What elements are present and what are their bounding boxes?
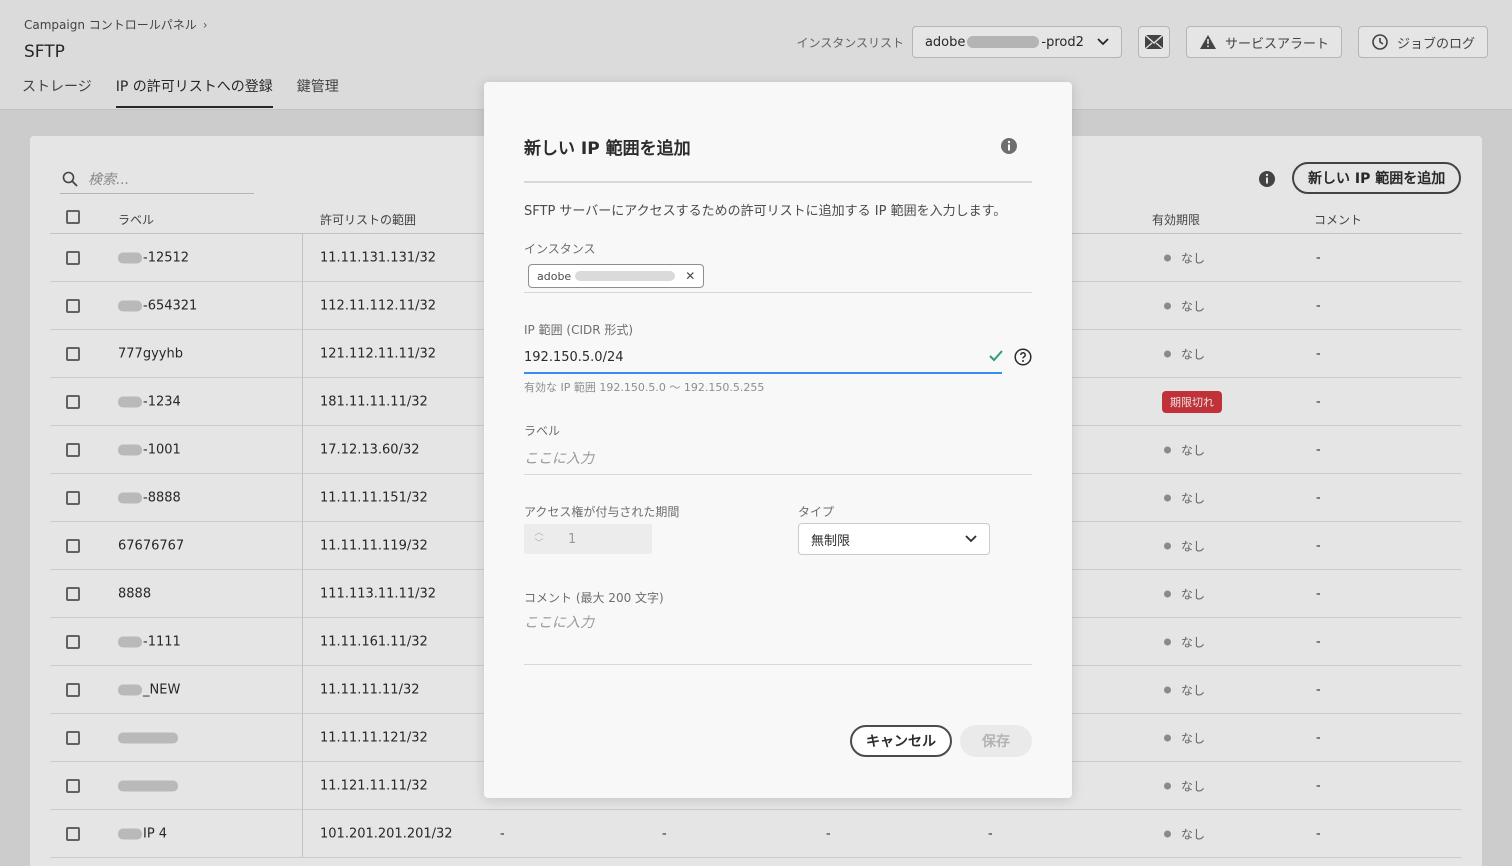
ip-range-label: IP 範囲 (CIDR 形式)	[524, 323, 634, 337]
type-select[interactable]: 無制限	[798, 523, 990, 555]
label-input[interactable]: ここに入力	[524, 448, 594, 468]
dialog-description: SFTP サーバーにアクセスするための許可リストに追加する IP 範囲を入力しま…	[524, 204, 1007, 219]
save-button[interactable]: 保存	[960, 725, 1032, 757]
chevron-up-icon[interactable]: ︿	[534, 528, 543, 539]
label-field-underline	[524, 474, 1032, 475]
checkmark-icon	[989, 350, 1003, 362]
duration-stepper[interactable]: ︿ ﹀ 1	[524, 524, 652, 554]
instance-field-label: インスタンス	[524, 242, 596, 256]
remove-tag-icon[interactable]: ✕	[685, 269, 695, 283]
chevron-down-icon	[965, 535, 977, 543]
instance-tag: adobe ✕	[528, 264, 705, 288]
ip-range-input[interactable]: 192.150.5.0/24	[524, 342, 1002, 374]
comment-field-underline	[524, 664, 1032, 665]
type-select-value: 無制限	[811, 533, 851, 549]
info-icon[interactable]	[1000, 137, 1018, 155]
dialog-title: 新しい IP 範囲を追加	[524, 139, 691, 159]
comment-label: コメント (最大 200 文字)	[524, 591, 664, 605]
instance-tag-label: adobe	[537, 269, 572, 283]
dialog-divider	[524, 181, 1032, 183]
label-field-label: ラベル	[524, 424, 561, 438]
redacted-text	[575, 271, 676, 281]
add-ip-range-dialog: 新しい IP 範囲を追加 SFTP サーバーにアクセスするための許可リストに追加…	[484, 82, 1072, 798]
instance-field-underline	[524, 292, 1032, 293]
duration-value[interactable]: 1	[568, 532, 576, 547]
chevron-down-icon[interactable]: ﹀	[534, 539, 543, 550]
duration-label: アクセス権が付与された期間	[524, 505, 680, 519]
cancel-button[interactable]: キャンセル	[850, 725, 952, 757]
stepper-arrows: ︿ ﹀	[524, 528, 554, 550]
comment-input[interactable]: ここに入力	[524, 612, 594, 632]
help-icon[interactable]	[1014, 348, 1032, 366]
ip-range-hint: 有効な IP 範囲 192.150.5.0 ～ 192.150.5.255	[524, 381, 765, 394]
type-label: タイプ	[798, 505, 835, 519]
